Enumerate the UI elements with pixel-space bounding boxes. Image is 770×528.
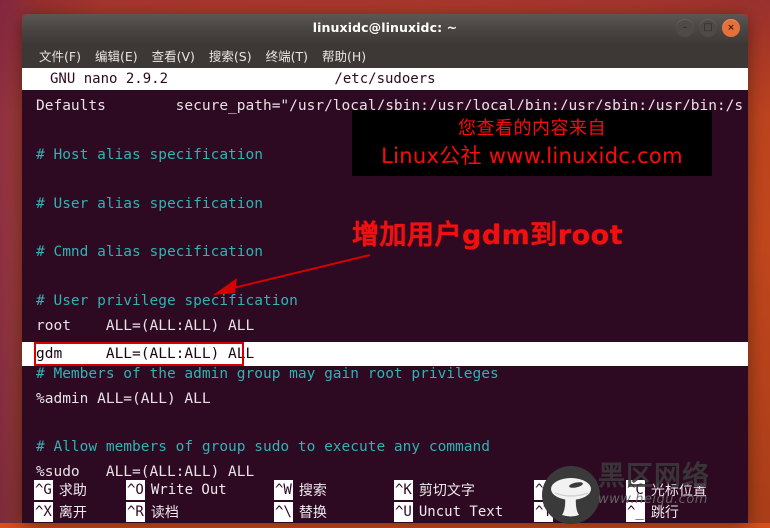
menu-item-edit[interactable]: 编辑(E) [88,46,145,65]
shortcut-key-ctrl-k: ^K [394,480,413,500]
annotation-arrow [213,254,371,295]
watermark-top: 您查看的内容来自 Linux公社 www.linuxidc.com [352,110,712,176]
shortcut-uncut-text[interactable]: ^U Uncut Text [394,501,534,523]
shortcut-label-read-file: 读档 [150,505,179,521]
maximize-icon: □ [703,22,713,33]
editor-line-13 [36,415,748,439]
annotation-text: 增加用户gdm到root [352,220,624,251]
editor-line-11: # Members of the admin group may gain ro… [36,366,499,383]
editor-line-14: # Allow members of group sudo to execute… [36,439,490,456]
shortcut-key-ctrl-w: ^W [274,480,293,500]
nano-filename-label: /etc/sudoers [334,71,436,87]
menu-item-help[interactable]: 帮助(H) [315,46,373,65]
nano-shortcut-bar: ^G 求助 ^O Write Out ^W 搜索 ^K 剪切文字 ^J 对齐 [22,479,748,523]
shortcut-read-file[interactable]: ^R 读档 [126,501,274,523]
menu-item-terminal[interactable]: 终端(T) [259,46,315,65]
menu-item-file[interactable]: 文件(F) [32,46,88,65]
shortcut-key-ctrl-underscore: ^_ [626,502,645,522]
nano-title-bar: GNU nano 2.9.2 /etc/sudoers [22,68,748,90]
window-titlebar[interactable]: linuxidc@linuxidc: ~ – □ × [22,14,748,42]
window-controls: – □ × [676,19,740,37]
menu-item-view[interactable]: 查看(V) [145,46,202,65]
mushroom-logo [542,466,600,524]
shortcut-key-ctrl-backslash: ^\ [274,502,293,522]
shortcut-label-write-out: Write Out [150,482,227,498]
terminal-window: linuxidc@linuxidc: ~ – □ × 文件(F) 编辑(E) 查… [22,14,748,523]
shortcut-exit[interactable]: ^X 离开 [22,501,126,523]
shortcut-key-ctrl-o: ^O [126,480,145,500]
shortcut-label-goto-line: 跳行 [650,505,679,521]
shortcut-label-cut-text: 剪切文字 [418,483,475,499]
shortcut-label-uncut-text: Uncut Text [418,504,504,520]
editor-line-8: # User privilege specification [36,293,298,310]
shortcut-label-replace: 替换 [298,505,327,521]
shortcut-label-cursor-position: 光标位置 [650,483,707,499]
maximize-button[interactable]: □ [699,19,717,37]
close-button[interactable]: × [722,19,740,37]
close-icon: × [727,22,735,33]
minimize-button[interactable]: – [676,19,694,37]
shortcut-key-ctrl-g: ^G [34,480,53,500]
shortcut-row-1: ^G 求助 ^O Write Out ^W 搜索 ^K 剪切文字 ^J 对齐 [22,479,748,501]
shortcut-row-2: ^X 离开 ^R 读档 ^\ 替换 ^U Uncut Text ^T 拼写 [22,501,748,523]
shortcut-key-ctrl-u: ^U [394,502,413,522]
mushroom-icon [551,478,591,517]
shortcut-cursor-position[interactable]: ^C 光标位置 [626,479,707,501]
watermark-top-line1: 您查看的内容来自 [458,118,606,139]
minimize-icon: – [682,22,688,33]
shortcut-replace[interactable]: ^\ 替换 [274,501,394,523]
shortcut-goto-line[interactable]: ^_ 跳行 [626,501,679,523]
menu-item-search[interactable]: 搜索(S) [202,46,259,65]
highlight-red-box [34,342,244,366]
shortcut-label-help: 求助 [58,483,87,499]
shortcut-write-out[interactable]: ^O Write Out [126,479,274,501]
shortcut-label-exit: 离开 [58,505,87,521]
editor-line-7 [36,269,748,293]
shortcut-key-ctrl-r: ^R [126,502,145,522]
shortcut-label-search: 搜索 [298,483,327,499]
shortcut-cut-text[interactable]: ^K 剪切文字 [394,479,534,501]
shortcut-search[interactable]: ^W 搜索 [274,479,394,501]
window-title: linuxidc@linuxidc: ~ [312,20,458,35]
editor-line-9: root ALL=(ALL:ALL) ALL [36,317,255,334]
shortcut-key-ctrl-x: ^X [34,502,53,522]
shortcut-key-ctrl-c: ^C [626,480,645,500]
editor-line-12: %admin ALL=(ALL) ALL [36,390,211,407]
shortcut-help[interactable]: ^G 求助 [22,479,126,501]
watermark-top-line2: Linux公社 www.linuxidc.com [381,144,683,168]
menu-bar: 文件(F) 编辑(E) 查看(V) 搜索(S) 终端(T) 帮助(H) [22,42,748,68]
